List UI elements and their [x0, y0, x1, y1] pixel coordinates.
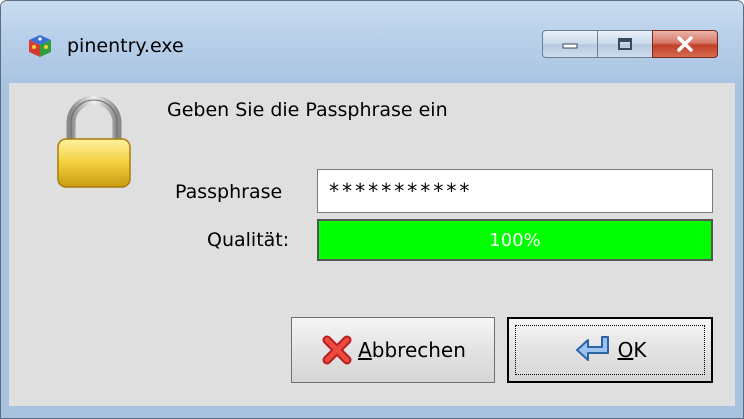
maximize-icon — [618, 38, 632, 50]
cancel-button-label: Abbrechen — [358, 338, 466, 362]
quality-label: Qualität: — [207, 229, 290, 251]
cancel-button[interactable]: Abbrechen — [291, 317, 495, 383]
window-bottom-frame — [1, 406, 743, 418]
close-button[interactable] — [652, 30, 718, 58]
dialog-body: Geben Sie die Passphrase ein Passphrase … — [9, 83, 735, 406]
passphrase-label: Passphrase — [175, 181, 283, 203]
dialog-heading: Geben Sie die Passphrase ein — [167, 99, 448, 121]
quality-progress-text: 100% — [489, 229, 541, 251]
close-icon — [677, 36, 693, 52]
maximize-button[interactable] — [597, 30, 653, 58]
pinentry-window: pinentry.exe Geben Sie die Passphrase ei… — [0, 0, 744, 419]
cancel-label-rest: bbrechen — [371, 338, 466, 362]
padlock-icon — [57, 95, 131, 188]
quality-progress-bar: 100% — [317, 219, 713, 261]
minimize-button[interactable] — [542, 30, 598, 58]
window-title: pinentry.exe — [67, 35, 184, 57]
red-x-icon — [322, 335, 352, 365]
title-bar[interactable]: pinentry.exe — [1, 1, 743, 83]
focus-rectangle — [515, 325, 705, 375]
minimize-icon — [562, 43, 578, 49]
gpg-cube-icon — [29, 35, 51, 57]
passphrase-input[interactable] — [317, 169, 713, 213]
cancel-mnemonic: A — [358, 338, 372, 362]
ok-button[interactable]: OK — [507, 317, 713, 383]
